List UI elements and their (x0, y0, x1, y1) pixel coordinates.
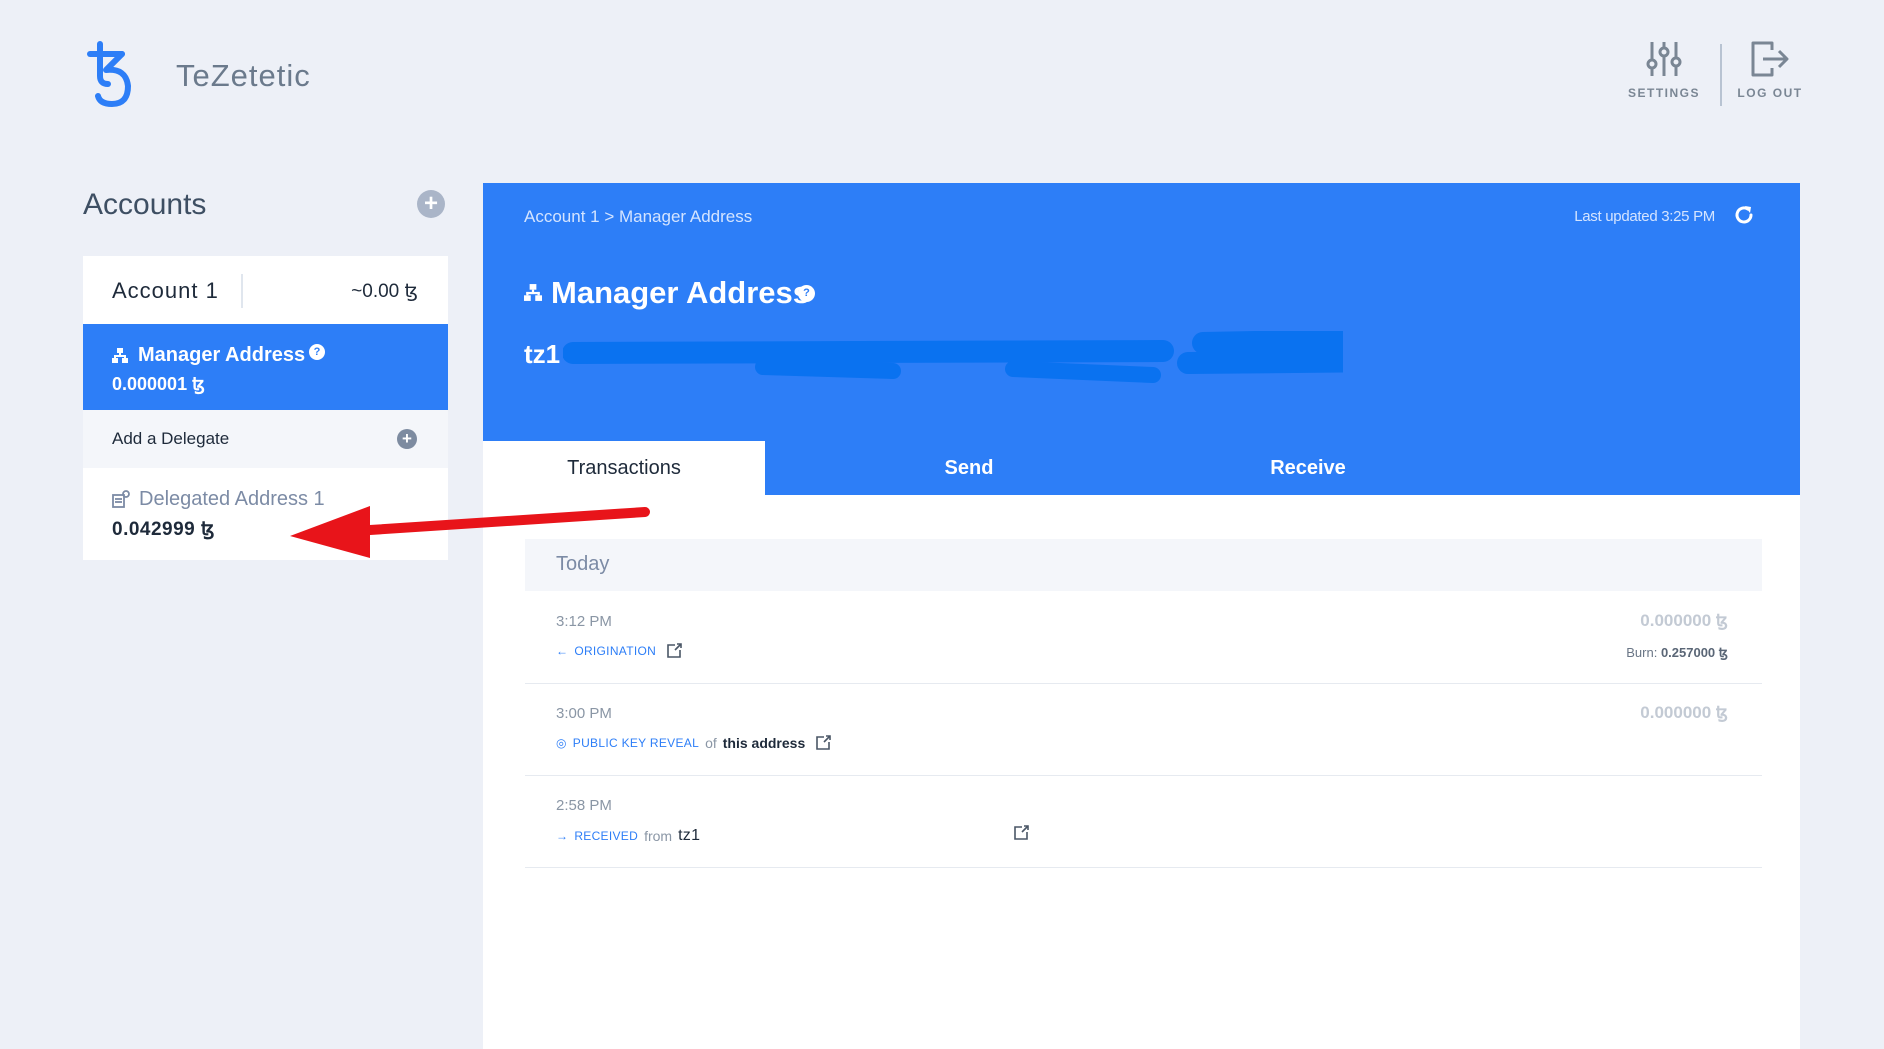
tx-amount: 0.000000 ꜩ (1640, 611, 1728, 630)
last-updated: Last updated 3:25 PM (1574, 208, 1715, 225)
tx-time: 2:58 PM (556, 797, 612, 814)
annotation-arrow (290, 506, 650, 558)
transaction-row: 3:00 PM ◎ PUBLIC KEY REVEAL of this addr… (525, 683, 1762, 776)
delegate-icon (112, 490, 130, 508)
manager-address-label: Manager Address (138, 344, 306, 366)
settings-button[interactable]: SETTINGS (1614, 40, 1714, 100)
account-name: Account 1 (112, 278, 219, 303)
tx-of: of (705, 735, 717, 751)
tx-time: 3:12 PM (556, 613, 612, 630)
tx-kind: ORIGINATION (574, 644, 657, 658)
app-name: TeZetetic (176, 58, 311, 93)
external-link-icon[interactable] (666, 643, 682, 659)
address-banner: Account 1 > Manager Address Last updated… (483, 183, 1800, 495)
day-header: Today (525, 539, 1762, 591)
logout-label: LOG OUT (1737, 86, 1803, 100)
tx-address[interactable]: tz1 (678, 827, 700, 845)
tx-burn: Burn: 0.257000 ꜩ (1626, 645, 1728, 661)
hierarchy-icon (524, 284, 542, 301)
accounts-title: Accounts (83, 188, 207, 221)
burn-value: 0.257000 ꜩ (1660, 645, 1728, 660)
tab-bar: Transactions Send Receive (483, 441, 1800, 495)
tx-kind: PUBLIC KEY REVEAL (572, 736, 700, 750)
external-link-icon[interactable] (815, 735, 832, 751)
tab-transactions[interactable]: Transactions (483, 441, 765, 495)
tx-from: from (644, 828, 673, 844)
sliders-icon (1646, 42, 1682, 76)
refresh-icon[interactable] (1732, 203, 1756, 227)
tab-receive[interactable]: Receive (1173, 441, 1443, 495)
delegated-address-balance: 0.042999 ꜩ (112, 519, 216, 540)
tezos-logo-icon (86, 40, 138, 110)
hierarchy-icon (112, 348, 128, 363)
add-delegate-row[interactable]: Add a Delegate + (83, 410, 448, 468)
logout-icon (1751, 41, 1789, 77)
help-icon[interactable]: ? (798, 285, 815, 302)
tab-send[interactable]: Send (765, 441, 1173, 495)
address-value: tz1 (524, 339, 561, 369)
fingerprint-icon: ◎ (556, 736, 567, 750)
external-link-icon[interactable] (1013, 825, 1029, 841)
account-header[interactable]: Account 1 ~0.00 ꜩ (83, 256, 448, 324)
transaction-row: 3:12 PM ← ORIGINATION 0.000000 ꜩ Burn: 0… (525, 591, 1762, 684)
main-panel: Account 1 > Manager Address Last updated… (483, 183, 1800, 1049)
burn-label: Burn: (1626, 645, 1658, 660)
redaction-scribble (563, 331, 1343, 383)
add-delegate-label: Add a Delegate (112, 429, 230, 448)
settings-label: SETTINGS (1627, 86, 1700, 100)
manager-address-item[interactable]: Manager Address ? 0.000001 ꜩ (83, 324, 448, 410)
add-account-button[interactable]: + (417, 190, 445, 218)
help-icon[interactable]: ? (309, 344, 325, 360)
add-delegate-icon[interactable]: + (397, 429, 417, 449)
breadcrumb: Account 1 > Manager Address (524, 207, 753, 226)
transaction-row: 2:58 PM → RECEIVED from tz1 (525, 775, 1762, 868)
arrow-left-icon: ← (556, 644, 569, 658)
tx-kind: RECEIVED (574, 829, 639, 843)
tx-target: this address (722, 735, 806, 751)
account-balance: ~0.00 ꜩ (351, 281, 418, 302)
page-title: Manager Address (551, 275, 810, 310)
tx-time: 3:00 PM (556, 705, 612, 722)
tx-amount: 0.000000 ꜩ (1640, 703, 1728, 722)
manager-address-balance: 0.000001 ꜩ (112, 374, 205, 394)
logout-button[interactable]: LOG OUT (1720, 40, 1820, 100)
account-divider (241, 274, 243, 308)
arrow-right-icon: → (556, 829, 569, 843)
